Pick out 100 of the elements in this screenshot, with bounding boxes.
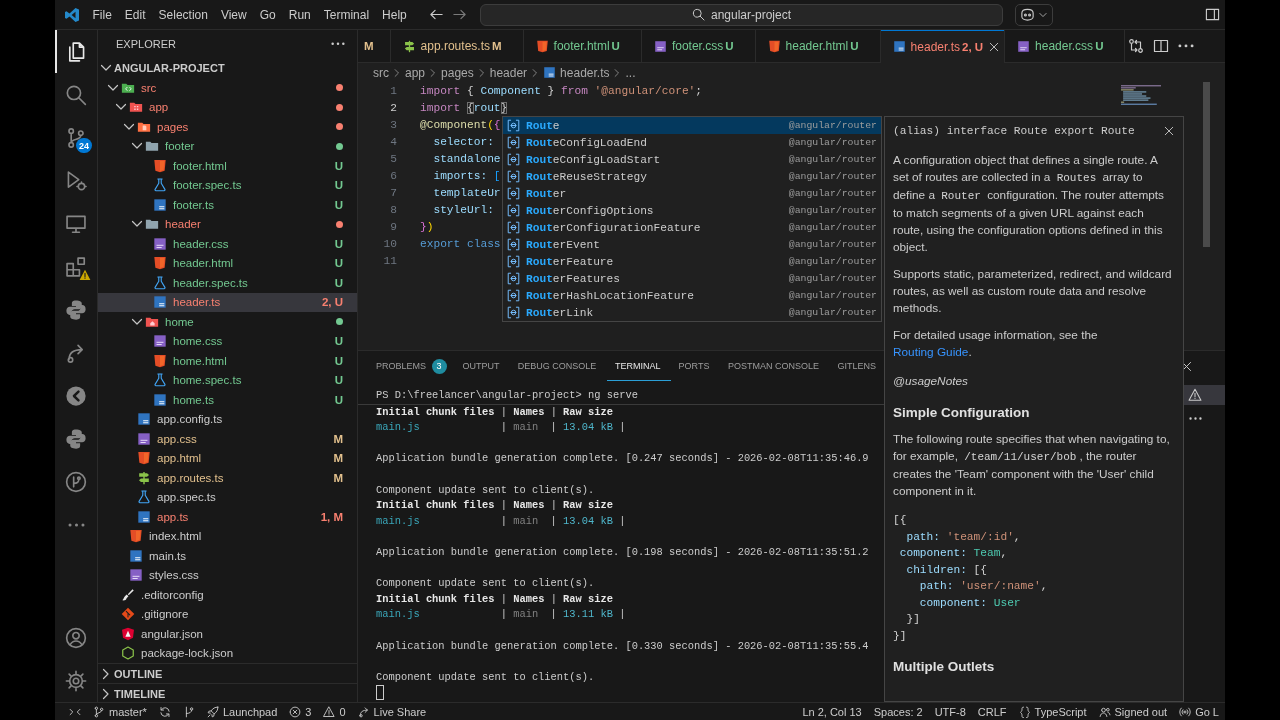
more-icon[interactable] <box>1178 44 1194 48</box>
layout-icon[interactable] <box>1205 7 1220 22</box>
tree-item[interactable]: app.css M <box>98 429 357 449</box>
breadcrumb-item[interactable]: app <box>405 65 426 80</box>
panel-tab[interactable]: OUTPUT <box>454 351 510 381</box>
breadcrumb-item[interactable]: header.ts <box>543 65 610 80</box>
more-icon[interactable] <box>331 42 345 46</box>
suggestion-item[interactable]: Route @angular/router <box>503 117 881 134</box>
tree-item[interactable]: package-lock.json <box>98 643 357 663</box>
tree-item[interactable]: app.config.ts <box>98 409 357 429</box>
menu-item[interactable]: Help <box>375 7 414 22</box>
menu-item[interactable]: View <box>214 7 254 22</box>
suggestion-item[interactable]: RouterFeature @angular/router <box>503 253 881 270</box>
suggestion-item[interactable]: RouterConfigOptions @angular/router <box>503 202 881 219</box>
suggestion-item[interactable]: Router @angular/router <box>503 185 881 202</box>
tree-item[interactable]: home <box>98 312 357 332</box>
status-item[interactable]: Go L <box>1173 705 1225 718</box>
panel-tab[interactable]: DEBUG CONSOLE <box>509 351 607 381</box>
tree-item[interactable]: app.spec.ts <box>98 487 357 507</box>
search-field[interactable]: angular-project <box>480 3 1003 26</box>
tree-item[interactable]: home.ts U <box>98 390 357 410</box>
tree-item[interactable]: footer.spec.ts U <box>98 175 357 195</box>
scrollbar-thumb[interactable] <box>1203 82 1210 247</box>
tree-item[interactable]: index.html <box>98 526 357 546</box>
panel-tab[interactable]: POSTMAN CONSOLE <box>719 351 830 381</box>
tree-item[interactable]: app.html M <box>98 448 357 468</box>
tree-item[interactable]: footer.ts U <box>98 195 357 215</box>
close-icon[interactable] <box>1163 125 1175 137</box>
tree-item[interactable]: header.html U <box>98 253 357 273</box>
tree-item[interactable]: footer.html U <box>98 156 357 176</box>
compare-icon[interactable] <box>1128 38 1144 54</box>
status-item[interactable]: master* <box>87 705 153 718</box>
status-item[interactable]: TypeScript <box>1012 705 1093 718</box>
menu-item[interactable]: Selection <box>152 7 215 22</box>
terminal-tab[interactable] <box>1183 385 1225 405</box>
chat-button[interactable] <box>1015 3 1053 26</box>
menu-item[interactable]: Run <box>282 7 318 22</box>
suggestion-item[interactable]: RouteConfigLoadStart @angular/router <box>503 151 881 168</box>
close-icon[interactable] <box>987 40 1000 53</box>
tree-item[interactable]: styles.css <box>98 565 357 585</box>
tree-item[interactable]: header.spec.ts U <box>98 273 357 293</box>
warning-icon <box>1188 388 1202 402</box>
arrow-left-icon[interactable] <box>429 7 444 22</box>
panel-tab[interactable]: TERMINAL <box>606 351 671 381</box>
split-icon[interactable] <box>1153 38 1169 54</box>
tree-item[interactable]: app <box>98 97 357 117</box>
tree-item[interactable]: .editorconfig <box>98 585 357 605</box>
menu-item[interactable]: Go <box>253 7 283 22</box>
tree-item[interactable]: header.ts 2, U <box>98 292 357 312</box>
status-item[interactable]: Ln 2, Col 13 <box>796 705 868 718</box>
tree-item[interactable]: app.ts 1, M <box>98 507 357 527</box>
suggestion-item[interactable]: RouterHashLocationFeature @angular/router <box>503 287 881 304</box>
suggestion-item[interactable]: RouterLink @angular/router <box>503 304 881 321</box>
tree-item[interactable]: src <box>98 78 357 98</box>
sync-icon[interactable] <box>158 705 171 718</box>
tree-item[interactable]: home.css U <box>98 331 357 351</box>
editor-tab[interactable]: header.ts 2, U <box>880 30 1006 63</box>
tree-item[interactable]: angular.json <box>98 624 357 644</box>
folder-icon <box>129 100 143 115</box>
tree-item[interactable]: app.routes.ts M <box>98 468 357 488</box>
settings-icon[interactable] <box>65 669 87 692</box>
account-icon[interactable] <box>65 626 87 649</box>
menu-item[interactable]: File <box>86 7 119 22</box>
status-item[interactable]: Launchpad <box>200 705 284 718</box>
breadcrumb-item[interactable]: ... <box>625 65 636 80</box>
activity-item[interactable]: 24 <box>55 116 97 159</box>
tree-item[interactable]: header.css U <box>98 234 357 254</box>
more-icon[interactable] <box>1189 417 1202 421</box>
status-item[interactable]: UTF-8 <box>928 705 972 718</box>
status-item[interactable]: Live Share <box>351 705 433 718</box>
panel-tab[interactable]: GITLENS <box>829 351 887 381</box>
status-item[interactable]: Spaces: 2 <box>867 705 929 718</box>
arrow-right-icon[interactable] <box>452 7 467 22</box>
tree-item[interactable]: main.ts <box>98 546 357 566</box>
suggestion-item[interactable]: RouterConfigurationFeature @angular/router <box>503 219 881 236</box>
breadcrumb-item[interactable]: src <box>373 65 389 80</box>
tree-item[interactable]: footer <box>98 136 357 156</box>
suggestion-item[interactable]: RouterFeatures @angular/router <box>503 270 881 287</box>
panel-tab[interactable]: PORTS <box>670 351 720 381</box>
suggestion-item[interactable]: RouteConfigLoadEnd @angular/router <box>503 134 881 151</box>
status-item[interactable]: Signed out <box>1092 705 1174 718</box>
error-icon <box>289 705 302 718</box>
section-header[interactable]: OUTLINE <box>98 663 357 683</box>
suggestion-item[interactable]: RouterEvent @angular/router <box>503 236 881 253</box>
diamond-icon <box>121 607 135 622</box>
menu-item[interactable]: Terminal <box>317 7 376 22</box>
menu-item[interactable]: Edit <box>118 7 153 22</box>
status-item[interactable]: 3 <box>283 705 318 718</box>
breadcrumb-item[interactable]: pages <box>441 65 474 80</box>
status-item[interactable]: CRLF <box>971 705 1013 718</box>
tree-item[interactable]: .gitignore <box>98 604 357 624</box>
panel-tab[interactable]: PROBLEMS 3 <box>368 351 455 381</box>
tree-item[interactable]: header <box>98 214 357 234</box>
suggestion-item[interactable]: RouteReuseStrategy @angular/router <box>503 168 881 185</box>
tree-item[interactable]: home.html U <box>98 351 357 371</box>
tree-item[interactable]: pages <box>98 117 357 137</box>
status-item[interactable]: 0 <box>317 705 352 718</box>
tree-item[interactable]: home.spec.ts U <box>98 370 357 390</box>
project-header[interactable]: ANGULAR-PROJECT <box>98 58 357 78</box>
breadcrumb-item[interactable]: header <box>489 65 528 80</box>
